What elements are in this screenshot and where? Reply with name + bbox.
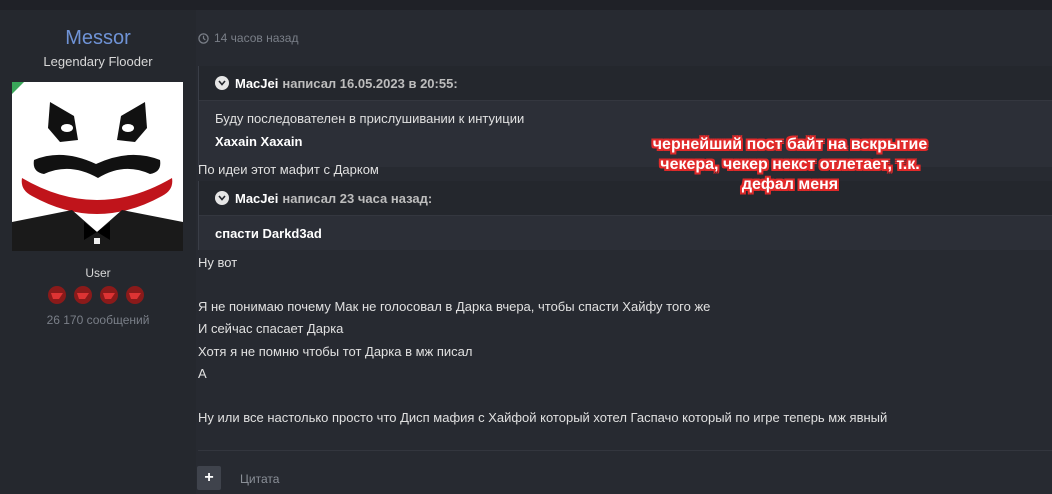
- top-bar: [0, 0, 1052, 10]
- quote-header-1[interactable]: MacJei написал 16.05.2023 в 20:55:: [199, 66, 1052, 101]
- quote-meta: написал 23 часа назад:: [282, 190, 433, 206]
- post-text-line: Ну вот: [198, 255, 238, 270]
- chevron-down-icon[interactable]: [215, 191, 229, 205]
- post-text-line: И сейчас спасает Дарка: [198, 321, 344, 336]
- overlay-line: чекера, чекер некст отлетает, т.к.: [660, 156, 920, 173]
- user-role: User: [85, 266, 111, 280]
- quote-author[interactable]: MacJei: [235, 76, 278, 91]
- post-text-line: Хотя я не помню чтобы тот Дарка в мж пис…: [198, 344, 473, 359]
- joker-avatar: [12, 82, 183, 251]
- post-text-line: Я не понимаю почему Мак не голосовал в Д…: [198, 299, 711, 314]
- quote-body-2: спасти Darkd3ad: [199, 216, 1052, 250]
- multiquote-plus-button[interactable]: +: [197, 466, 221, 490]
- reputation-star-icon: [126, 286, 144, 304]
- chevron-down-icon[interactable]: [215, 76, 229, 90]
- online-indicator: [12, 82, 24, 94]
- reputation-star-icon: [100, 286, 118, 304]
- overlay-caption: чернейший пост байт на вскрытие чекера, …: [610, 135, 970, 195]
- reputation-stars: [44, 284, 154, 306]
- clock-icon: [198, 32, 209, 44]
- user-title: Legendary Flooder: [43, 54, 153, 69]
- reputation-star-icon: [74, 286, 92, 304]
- overlay-line: чернейший пост байт на вскрытие: [652, 136, 928, 153]
- post-text-line: Ну или все настолько просто что Дисп маф…: [198, 410, 888, 425]
- overlay-line: дефал меня: [741, 176, 839, 193]
- post-footer-divider: [198, 450, 1052, 451]
- quote-line: Буду последователен в прислушивании к ин…: [215, 111, 525, 126]
- username-link[interactable]: Messor: [0, 27, 196, 50]
- quote-button[interactable]: Цитата: [240, 472, 279, 486]
- post-text-line: А: [198, 366, 207, 381]
- post-text-line: По идеи этот мафит с Дарком: [198, 162, 379, 177]
- quote-author[interactable]: MacJei: [235, 191, 278, 206]
- quote-line: спасти Darkd3ad: [215, 226, 322, 241]
- post-timestamp[interactable]: 14 часов назад: [198, 31, 298, 45]
- reputation-star-icon: [48, 286, 66, 304]
- post-time-text: 14 часов назад: [214, 31, 299, 45]
- post-count: 26 170 сообщений: [46, 313, 150, 327]
- avatar[interactable]: [12, 82, 183, 251]
- quote-meta: написал 16.05.2023 в 20:55:: [282, 75, 458, 91]
